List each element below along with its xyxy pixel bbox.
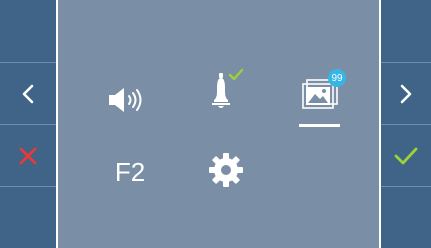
confirm-button[interactable] [381,125,431,186]
volume-menu-item[interactable] [100,80,160,120]
close-icon [19,147,37,164]
monitor-screen: 99 F2 [0,0,431,248]
f2-label: F2 [114,157,146,187]
right-bottom-button[interactable] [381,187,431,248]
chevron-right-icon [400,84,412,103]
left-top-button[interactable] [0,0,56,62]
cancel-button[interactable] [0,125,56,186]
left-bottom-button[interactable] [0,187,56,248]
f2-menu-item[interactable]: F2 [100,152,160,192]
right-top-button[interactable] [381,0,431,62]
menu-panel: 99 F2 [58,0,379,248]
right-button-panel [381,0,431,248]
speaker-volume-icon [109,88,142,112]
previous-button[interactable] [0,63,56,124]
left-button-panel [0,0,56,248]
check-icon [394,147,418,164]
gallery-menu-item[interactable]: 99 [294,68,350,116]
bell-menu-item[interactable] [200,64,252,116]
next-button[interactable] [381,63,431,124]
check-mark-icon [228,68,244,81]
chevron-left-icon [22,84,34,103]
selection-underline [299,124,340,127]
settings-menu-item[interactable] [204,148,248,192]
gear-icon [209,153,243,187]
bell-icon [212,68,244,108]
gallery-count-badge: 99 [328,69,346,87]
